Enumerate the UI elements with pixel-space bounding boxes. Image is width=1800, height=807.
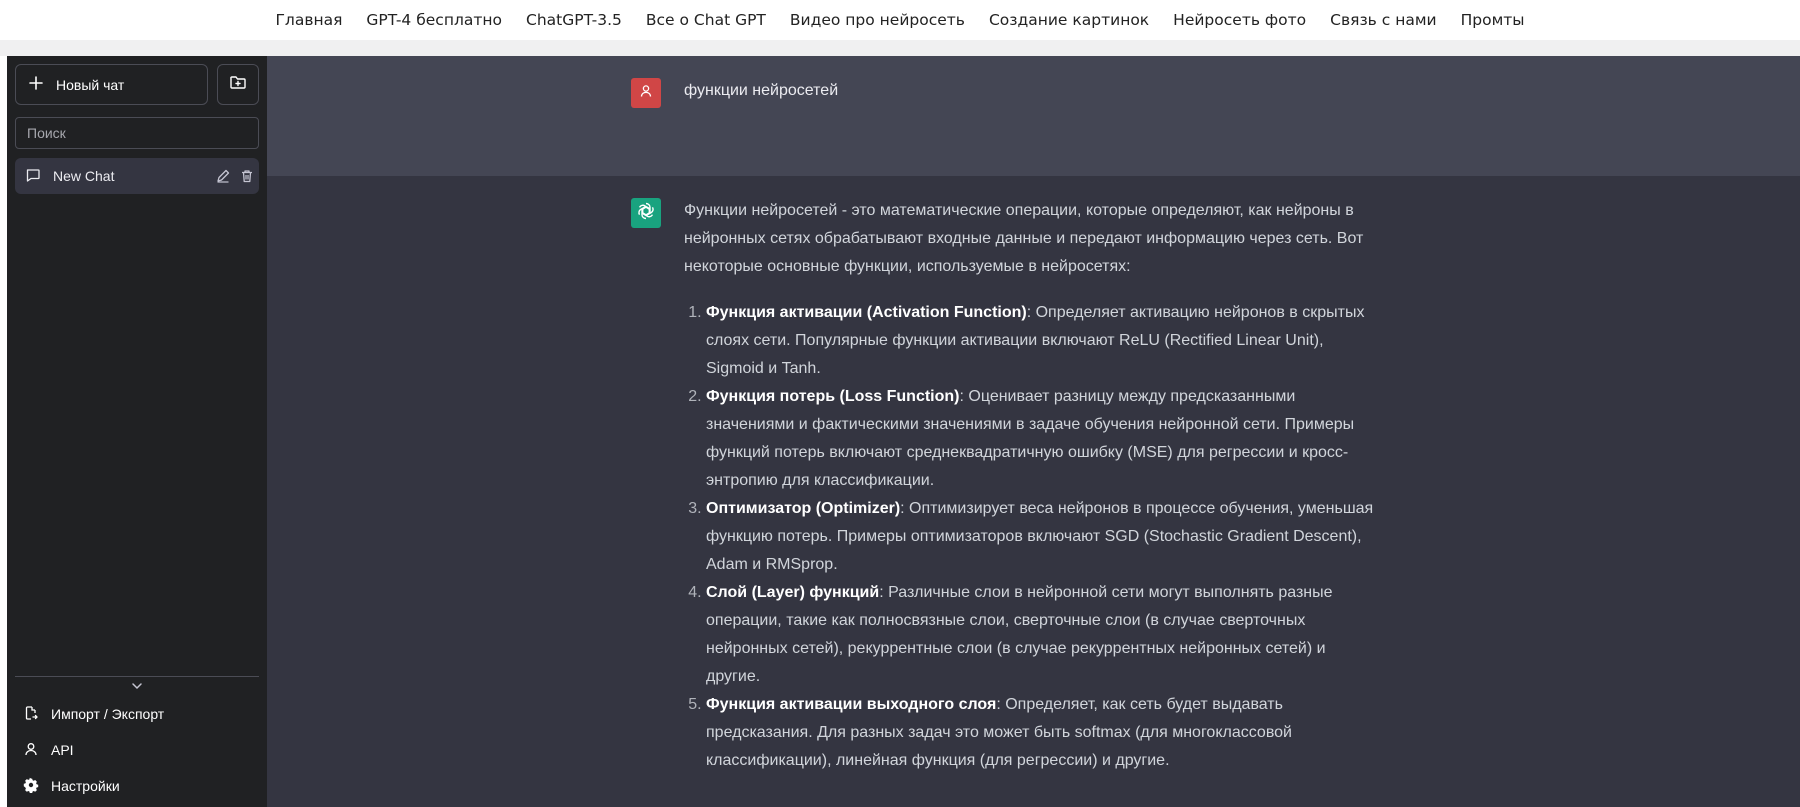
settings-button[interactable]: Настройки: [15, 769, 259, 803]
nav-link-about-chatgpt[interactable]: Все о Chat GPT: [634, 11, 778, 29]
settings-label: Настройки: [51, 778, 120, 794]
user-message-row: функции нейросетей: [267, 56, 1800, 176]
nav-link-images[interactable]: Создание картинок: [977, 11, 1161, 29]
sidebar-divider: [15, 676, 259, 677]
new-chat-label: Новый чат: [56, 76, 125, 93]
search-input[interactable]: [15, 117, 259, 149]
plus-icon: [28, 75, 44, 94]
new-chat-button[interactable]: Новый чат: [15, 64, 208, 105]
nav-link-video[interactable]: Видео про нейросеть: [778, 11, 977, 29]
message-square-icon: [25, 167, 41, 186]
trash-icon[interactable]: [235, 164, 259, 188]
list-item-title: Оптимизатор (Optimizer): [706, 500, 901, 517]
conversation-area: функции нейросетей Функции нейросетей - …: [267, 56, 1800, 807]
chevron-down-icon[interactable]: [125, 678, 149, 694]
api-button[interactable]: API: [15, 733, 259, 767]
gear-icon: [23, 777, 39, 796]
list-item: Функция потерь (Loss Function): Оценивае…: [706, 383, 1384, 495]
openai-logo-icon: [635, 200, 657, 227]
nav-link-contact[interactable]: Связь с нами: [1318, 11, 1448, 29]
list-item-title: Функция потерь (Loss Function): [706, 388, 960, 405]
user-icon: [23, 741, 39, 760]
list-item-title: Функция активации (Activation Function): [706, 304, 1027, 321]
nav-link-gpt4-free[interactable]: GPT-4 бесплатно: [354, 11, 514, 29]
scrollbar[interactable]: [1792, 56, 1800, 807]
api-label: API: [51, 742, 74, 758]
answer-list: Функция активации (Activation Function):…: [684, 299, 1384, 775]
list-item: Оптимизатор (Optimizer): Оптимизирует ве…: [706, 495, 1384, 579]
folder-plus-icon: [229, 73, 247, 96]
sidebar: Новый чат New Chat: [7, 56, 267, 807]
assistant-avatar: [631, 198, 661, 228]
user-icon: [638, 83, 654, 104]
new-folder-button[interactable]: [217, 64, 259, 105]
answer-intro: Функции нейросетей - это математические …: [684, 202, 1364, 275]
assistant-message: Функции нейросетей - это математические …: [684, 197, 1384, 775]
file-export-icon: [23, 705, 39, 724]
assistant-message-row: Функции нейросетей - это математические …: [267, 176, 1800, 807]
nav-link-home[interactable]: Главная: [263, 11, 354, 29]
import-export-button[interactable]: Импорт / Экспорт: [15, 697, 259, 731]
pencil-icon[interactable]: [211, 164, 235, 188]
list-item-title: Слой (Layer) функций: [706, 584, 880, 601]
chat-app: Новый чат New Chat: [7, 56, 1800, 807]
list-item: Функция активации выходного слоя: Опреде…: [706, 691, 1384, 775]
nav-link-prompts[interactable]: Промты: [1449, 11, 1537, 29]
list-item: Слой (Layer) функций: Различные слои в н…: [706, 579, 1384, 691]
nav-separator: [0, 40, 1800, 56]
list-item: Функция активации (Activation Function):…: [706, 299, 1384, 383]
nav-link-photo[interactable]: Нейросеть фото: [1161, 11, 1318, 29]
user-message: функции нейросетей: [684, 82, 839, 99]
sidebar-chat-item[interactable]: New Chat: [15, 158, 259, 194]
sidebar-chat-label: New Chat: [53, 168, 115, 184]
nav-link-chatgpt35[interactable]: ChatGPT-3.5: [514, 11, 634, 29]
site-nav: Главная GPT-4 бесплатно ChatGPT-3.5 Все …: [0, 0, 1800, 40]
import-export-label: Импорт / Экспорт: [51, 706, 165, 722]
list-item-title: Функция активации выходного слоя: [706, 696, 997, 713]
user-avatar: [631, 78, 661, 108]
